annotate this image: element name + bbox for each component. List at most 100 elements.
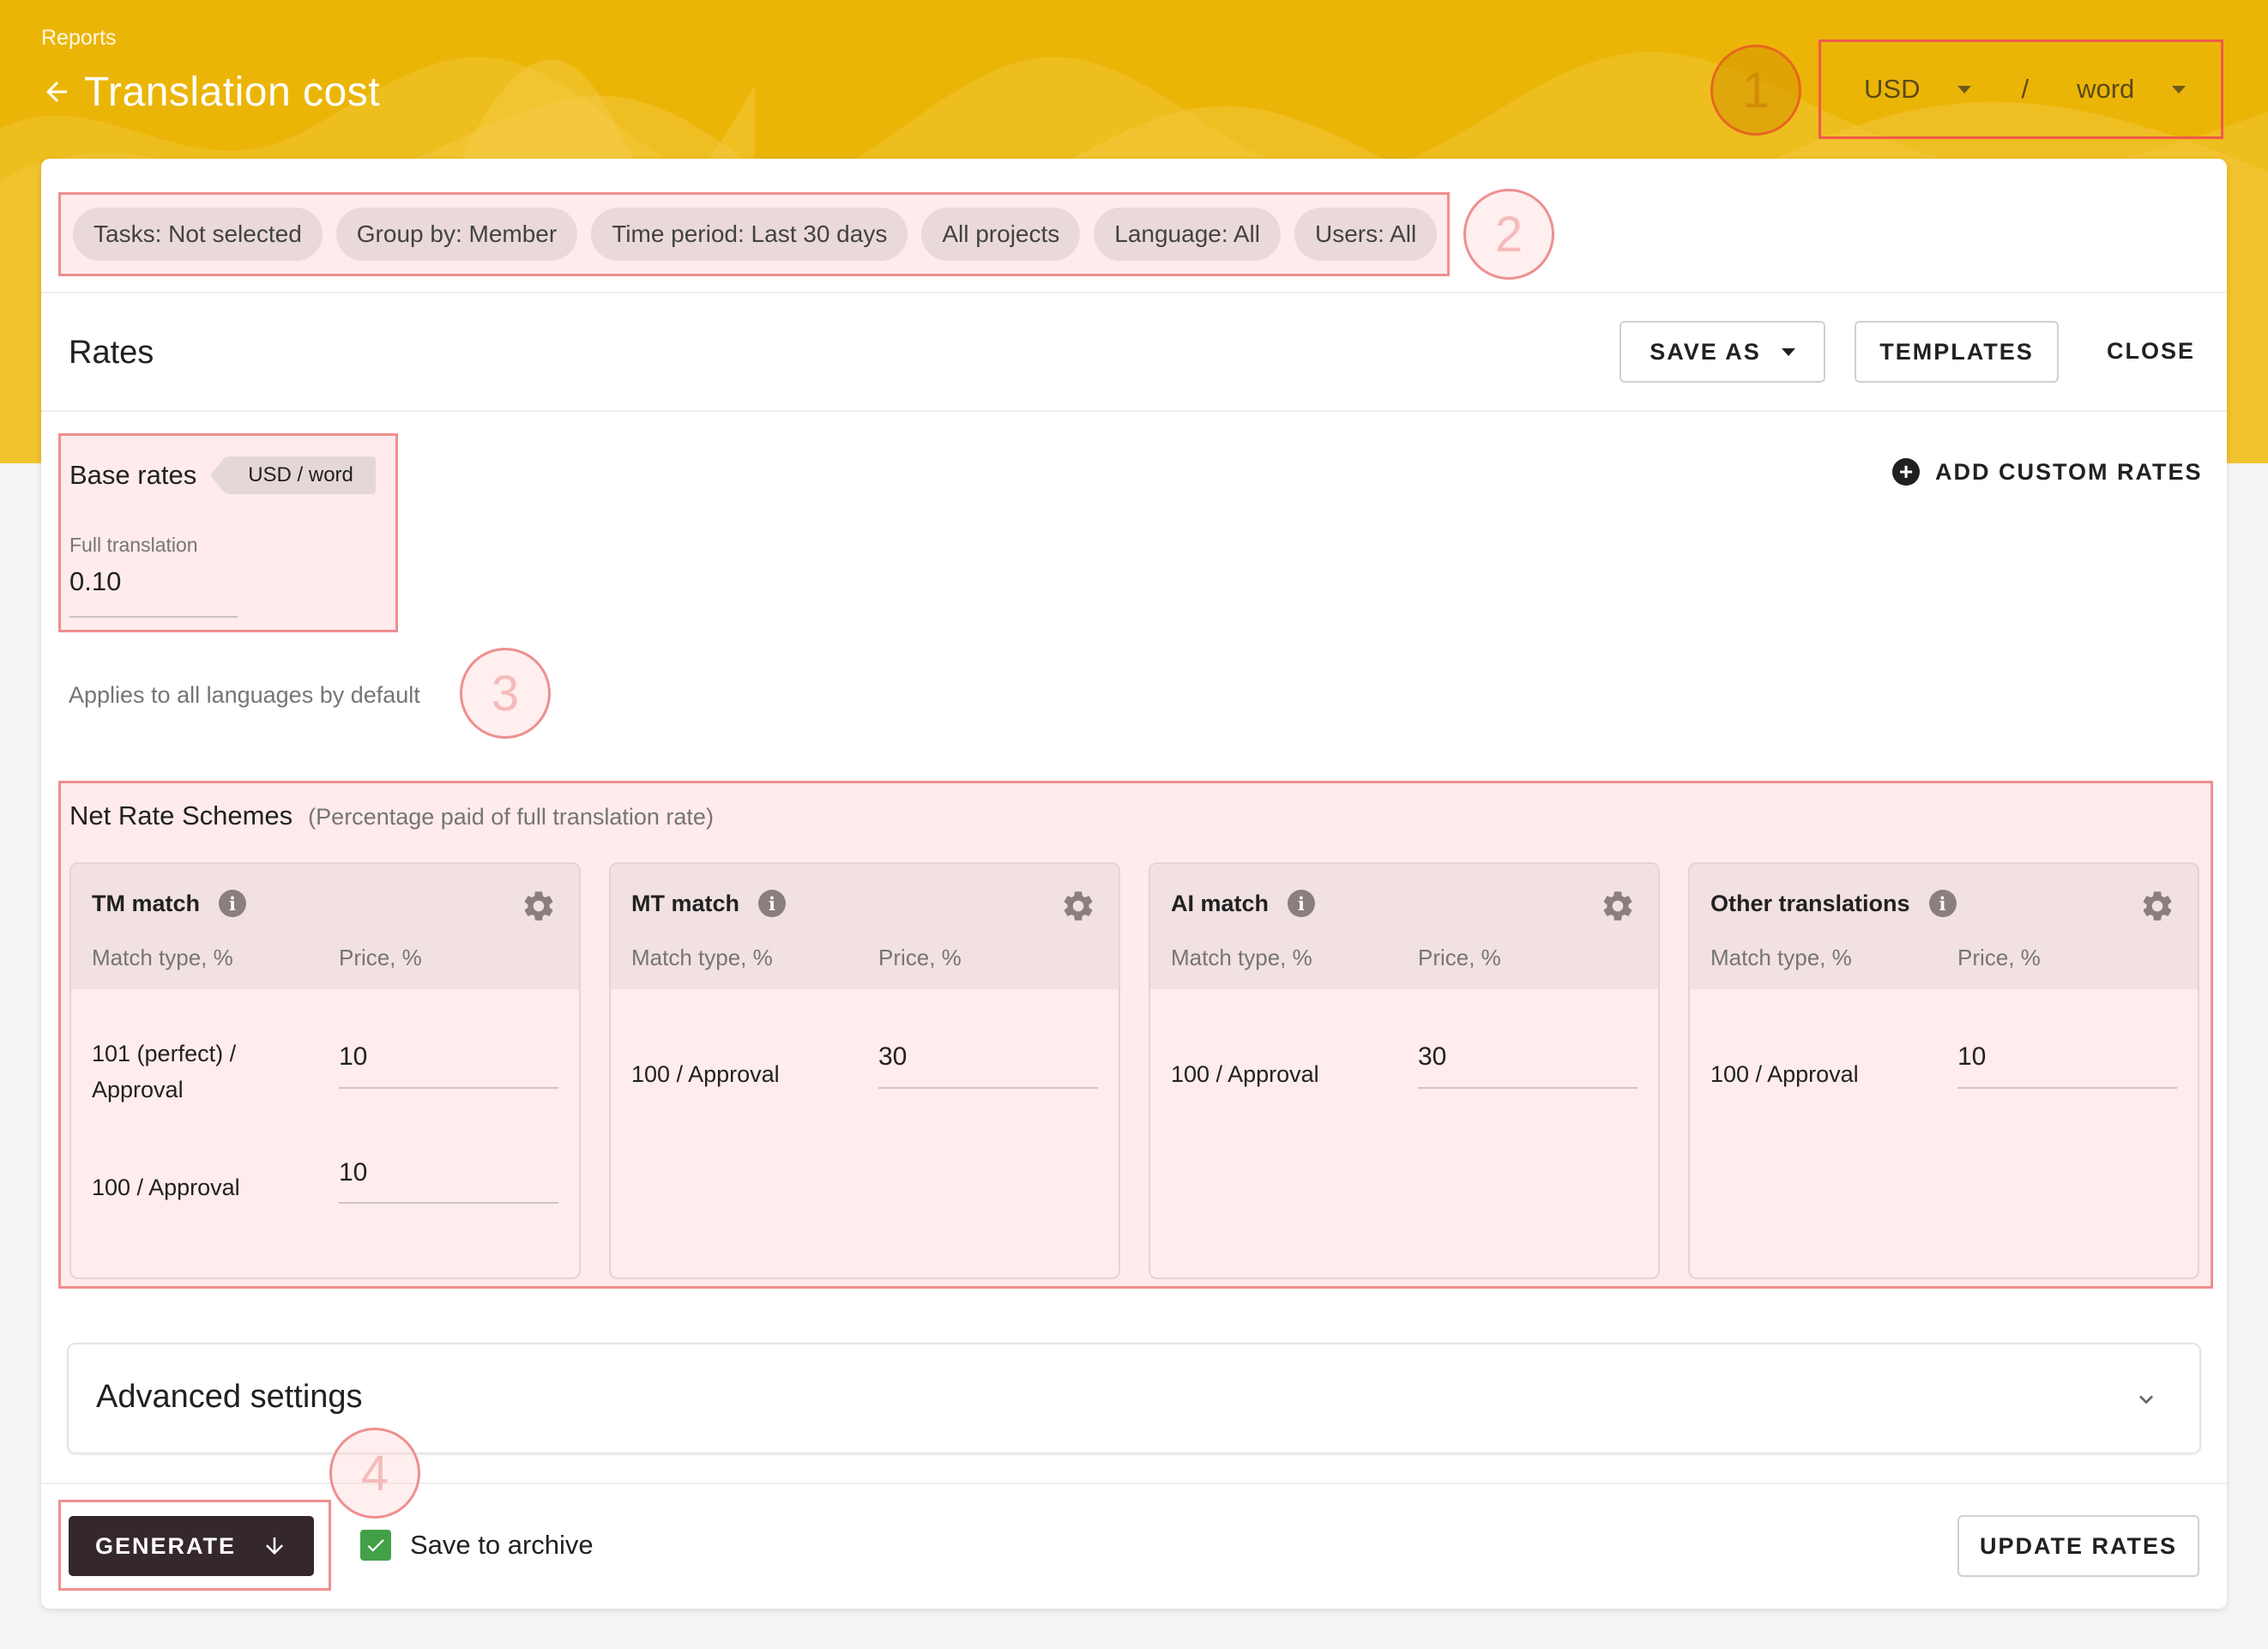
match-type-cell: 101 (perfect) / Approval xyxy=(92,1041,237,1102)
input-underline xyxy=(878,1087,1098,1089)
price-input[interactable]: 10 xyxy=(1957,1042,1986,1072)
currency-value: USD xyxy=(1864,74,1921,104)
input-underline xyxy=(1957,1087,2177,1089)
col-header-match-type: Match type, % xyxy=(92,945,233,970)
breadcrumb-reports[interactable]: Reports xyxy=(41,26,117,51)
unit-dropdown[interactable]: word xyxy=(2077,74,2187,105)
chevron-down-icon xyxy=(1957,85,1972,94)
scheme-name: MT match xyxy=(631,890,740,916)
scheme-title: MT match i xyxy=(631,890,787,917)
back-arrow-icon[interactable] xyxy=(41,76,72,107)
filter-chip-language[interactable]: Language: All xyxy=(1094,208,1281,261)
save-archive-row: Save to archive xyxy=(360,1530,594,1561)
input-underline xyxy=(339,1087,558,1089)
generate-button[interactable]: GENERATE xyxy=(69,1516,314,1576)
price-input[interactable]: 10 xyxy=(339,1042,367,1072)
generate-label: GENERATE xyxy=(94,1532,236,1559)
match-type-cell: 100 / Approval xyxy=(631,1061,780,1087)
scheme-header: TM match i Match type, % Price, % xyxy=(71,864,579,989)
scheme-title: AI match i xyxy=(1171,890,1316,917)
currency-dropdown[interactable]: USD xyxy=(1864,74,1972,105)
check-icon xyxy=(367,1539,384,1552)
filter-chips: Tasks: Not selected Group by: Member Tim… xyxy=(58,192,1450,276)
add-custom-rates-label: ADD CUSTOM RATES xyxy=(1935,458,2203,485)
price-input[interactable]: 30 xyxy=(1418,1042,1446,1072)
filter-chip-tasks[interactable]: Tasks: Not selected xyxy=(73,208,323,261)
gear-icon[interactable] xyxy=(1060,888,1096,924)
divider xyxy=(41,410,2227,412)
col-header-price: Price, % xyxy=(878,945,962,970)
rates-title: Rates xyxy=(69,335,154,371)
filter-chip-group-by[interactable]: Group by: Member xyxy=(335,208,578,261)
add-circle-icon: + xyxy=(1892,458,1920,486)
filter-chip-projects[interactable]: All projects xyxy=(921,208,1081,261)
arrow-down-icon xyxy=(266,1537,283,1555)
col-header-price: Price, % xyxy=(1957,945,2041,970)
chevron-down-icon xyxy=(2172,85,2187,94)
gear-icon[interactable] xyxy=(1600,888,1636,924)
currency-unit-selector: USD / word xyxy=(1819,39,2223,139)
net-rate-schemes-section: Net Rate Schemes (Percentage paid of ful… xyxy=(58,781,2213,1289)
col-header-price: Price, % xyxy=(339,945,422,970)
advanced-settings-title: Advanced settings xyxy=(96,1379,363,1415)
info-icon[interactable]: i xyxy=(219,890,247,917)
gear-icon[interactable] xyxy=(2139,888,2175,924)
price-input[interactable]: 10 xyxy=(339,1158,367,1187)
chevron-down-icon[interactable] xyxy=(2132,1386,2160,1413)
scheme-title: TM match i xyxy=(92,890,247,917)
scheme-card-mt-match: MT match i Match type, % Price, % 100 / … xyxy=(609,862,1120,1279)
save-archive-checkbox[interactable] xyxy=(360,1530,391,1561)
price-input[interactable]: 30 xyxy=(878,1042,907,1072)
col-header-match-type: Match type, % xyxy=(1171,945,1312,970)
input-underline xyxy=(69,616,238,618)
full-translation-input[interactable]: 0.10 xyxy=(69,566,121,597)
generate-highlight: GENERATE xyxy=(58,1500,331,1591)
scheme-name: AI match xyxy=(1171,890,1270,916)
update-rates-button[interactable]: UPDATE RATES xyxy=(1957,1515,2199,1577)
col-header-match-type: Match type, % xyxy=(631,945,773,970)
match-type-cell: 100 / Approval xyxy=(92,1175,240,1200)
net-rate-title: Net Rate Schemes xyxy=(69,800,293,831)
annotation-marker-3: 3 xyxy=(460,648,551,739)
scheme-card-ai-match: AI match i Match type, % Price, % 100 / … xyxy=(1149,862,1660,1279)
save-as-button[interactable]: SAVE AS xyxy=(1620,321,1825,383)
base-rates-title: Base rates xyxy=(69,460,197,490)
add-custom-rates-button[interactable]: + ADD CUSTOM RATES xyxy=(1892,458,2203,486)
scheme-title: Other translations i xyxy=(1710,890,1957,917)
info-icon[interactable]: i xyxy=(1288,890,1316,917)
save-archive-label: Save to archive xyxy=(410,1530,594,1560)
tag-notch xyxy=(210,456,226,494)
unit-value: word xyxy=(2077,74,2135,104)
scheme-header: Other translations i Match type, % Price… xyxy=(1690,864,2198,989)
scheme-name: Other translations xyxy=(1710,890,1910,916)
annotation-marker-4: 4 xyxy=(329,1428,420,1519)
unit-separator: / xyxy=(2021,74,2030,104)
gear-icon[interactable] xyxy=(521,888,557,924)
input-underline xyxy=(339,1202,558,1204)
filter-chip-users[interactable]: Users: All xyxy=(1294,208,1438,261)
net-rate-subtitle: (Percentage paid of full translation rat… xyxy=(308,804,714,830)
page-title: Translation cost xyxy=(84,69,381,115)
caret-down-icon xyxy=(1781,347,1795,356)
scheme-card-tm-match: TM match i Match type, % Price, % 101 (p… xyxy=(69,862,581,1279)
info-icon[interactable]: i xyxy=(758,890,787,917)
annotation-marker-2: 2 xyxy=(1463,189,1554,280)
page-title-row: Translation cost xyxy=(41,62,380,122)
info-icon[interactable]: i xyxy=(1928,890,1957,917)
match-type-cell: 100 / Approval xyxy=(1171,1061,1319,1087)
save-as-label: SAVE AS xyxy=(1650,338,1761,365)
full-translation-label: Full translation xyxy=(69,534,198,556)
templates-label: TEMPLATES xyxy=(1879,338,2034,365)
scheme-header: MT match i Match type, % Price, % xyxy=(611,864,1119,989)
close-button[interactable]: CLOSE xyxy=(2107,338,2195,365)
update-rates-label: UPDATE RATES xyxy=(1979,1532,2177,1559)
filter-chip-time-period[interactable]: Time period: Last 30 days xyxy=(591,208,908,261)
col-header-price: Price, % xyxy=(1418,945,1501,970)
scheme-name: TM match xyxy=(92,890,201,916)
templates-button[interactable]: TEMPLATES xyxy=(1855,321,2059,383)
divider xyxy=(41,292,2227,293)
scheme-card-other-translations: Other translations i Match type, % Price… xyxy=(1688,862,2199,1279)
col-header-match-type: Match type, % xyxy=(1710,945,1852,970)
input-underline xyxy=(1418,1087,1638,1089)
applies-note: Applies to all languages by default xyxy=(69,682,420,708)
